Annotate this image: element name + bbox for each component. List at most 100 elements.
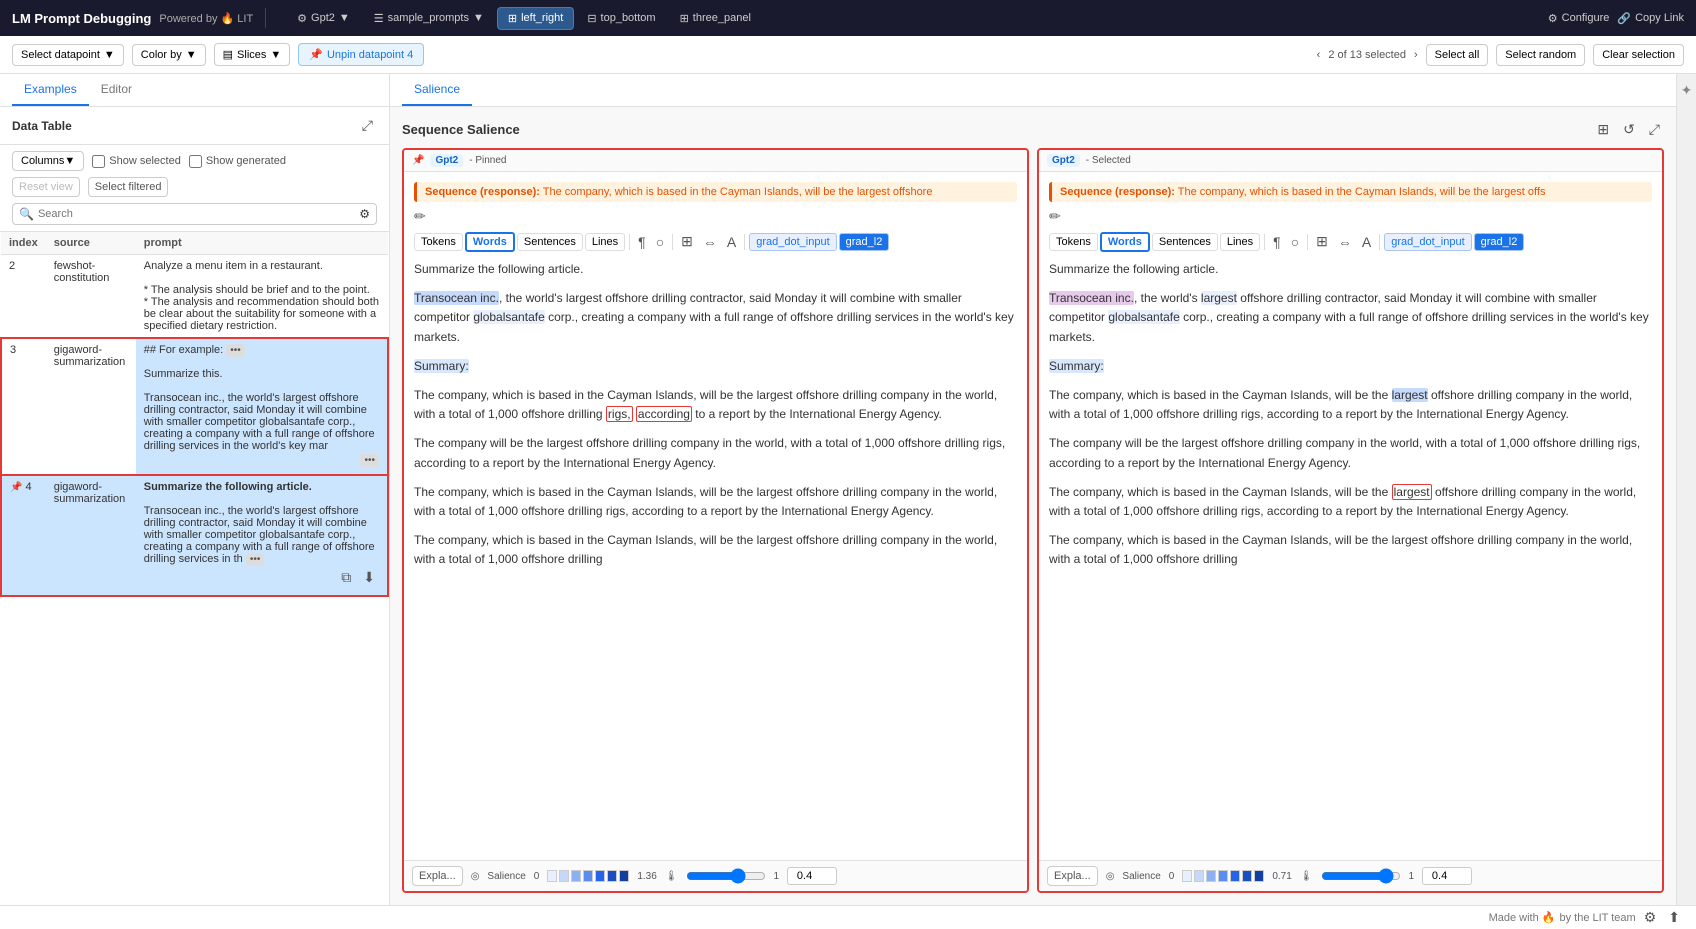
grad-dot-input-right[interactable]: grad_dot_input — [1384, 233, 1471, 251]
ellipsis-button[interactable]: ••• — [226, 344, 245, 357]
sequence-response-label: Sequence (response): — [425, 186, 540, 198]
footer-settings-icon[interactable]: ⚙ — [1640, 907, 1661, 928]
temp-input-left[interactable] — [787, 867, 837, 885]
para2-right: The company, which is based in the Cayma… — [1049, 386, 1652, 424]
temp-input-right[interactable] — [1422, 867, 1472, 885]
grid-icon-right[interactable]: ⊞ — [1312, 231, 1332, 252]
salience-area: Sequence Salience ⊞ ↺ ⤢ 📌 Gpt2 - Pinned — [390, 107, 1676, 905]
num-icon-left[interactable]: ¶ — [634, 232, 650, 252]
layout-top-bottom-tab[interactable]: ⊟top_bottom — [576, 7, 666, 30]
sep1 — [629, 234, 630, 250]
salience-val-right: 0 — [1169, 871, 1175, 882]
salience-bottom-left: Expla... ◎ Salience 0 — [404, 860, 1027, 891]
search-input[interactable] — [38, 208, 355, 220]
grad-l2-right[interactable]: grad_l2 — [1474, 233, 1525, 251]
salience-text-right: Summarize the following article. Transoc… — [1049, 260, 1652, 569]
largest-box-r: largest — [1392, 484, 1432, 500]
model-tab-gpt2[interactable]: ⚙Gpt2▼ — [286, 7, 361, 30]
ellipsis-button[interactable]: ••• — [246, 553, 265, 566]
words-btn-left[interactable]: Words — [465, 232, 515, 252]
select-datapoint-button[interactable]: Select datapoint▼ — [12, 44, 124, 66]
tab-editor[interactable]: Editor — [89, 74, 144, 106]
text-icon-left[interactable]: A — [723, 232, 740, 252]
sentences-btn-left[interactable]: Sentences — [517, 233, 583, 251]
sentences-btn-right[interactable]: Sentences — [1152, 233, 1218, 251]
reset-view-button[interactable]: Reset view — [12, 177, 80, 197]
tokens-btn-right[interactable]: Tokens — [1049, 233, 1098, 251]
settings-icon[interactable]: ⚙ — [359, 207, 370, 221]
col-header-index: index — [1, 232, 46, 255]
fullscreen-button[interactable]: ⤢ — [1645, 119, 1664, 140]
side-gutter: ✦ — [1676, 74, 1696, 905]
clear-selection-button[interactable]: Clear selection — [1593, 44, 1684, 66]
layout-left-right-tab[interactable]: ⊞left_right — [497, 7, 574, 30]
download-row-button[interactable]: ⬇ — [359, 567, 379, 588]
grad-dot-input-left[interactable]: grad_dot_input — [749, 233, 836, 251]
show-selected-checkbox[interactable] — [92, 155, 105, 168]
copy-link-button[interactable]: 🔗Copy Link — [1617, 12, 1684, 25]
table-row[interactable]: 2 fewshot-constitution Analyze a menu it… — [1, 255, 388, 339]
num-icon-right[interactable]: ¶ — [1269, 232, 1285, 252]
columns-button[interactable]: Columns▼ — [12, 151, 84, 171]
salience-slider-left[interactable] — [686, 868, 766, 884]
circle-icon-right[interactable]: ○ — [1287, 232, 1303, 252]
words-btn-right[interactable]: Words — [1100, 232, 1150, 252]
sep2r — [1307, 234, 1308, 250]
circle-icon-left[interactable]: ○ — [652, 232, 668, 252]
explain-button-left[interactable]: Expla... — [412, 866, 463, 886]
grid-view-button[interactable]: ⊞ — [1593, 119, 1613, 140]
left-panel: Examples Editor Data Table ⤢ Columns▼ Sh… — [0, 74, 390, 905]
show-generated-checkbox[interactable] — [189, 155, 202, 168]
model-tabs: ⚙Gpt2▼ ☰sample_prompts▼ ⊞left_right ⊟top… — [286, 7, 762, 30]
layout-three-panel-tab[interactable]: ⊞three_panel — [669, 7, 762, 30]
lines-btn-right[interactable]: Lines — [1220, 233, 1260, 251]
row-actions: ⧉ ⬇ — [144, 565, 379, 590]
summary-label-right: Summary: — [1049, 357, 1652, 376]
controls-row-2: Reset view Select filtered — [12, 177, 377, 197]
grad-l2-left[interactable]: grad_l2 — [839, 233, 890, 251]
select-all-button[interactable]: Select all — [1426, 44, 1489, 66]
highlighted-transocean: Transocean inc. — [414, 291, 499, 305]
tokens-btn-left[interactable]: Tokens — [414, 233, 463, 251]
sep3r — [1379, 234, 1380, 250]
grid-icon-left[interactable]: ⊞ — [677, 231, 697, 252]
row-index: 2 — [1, 255, 46, 339]
footer-github-icon[interactable]: ⬆ — [1664, 907, 1684, 928]
text-icon-right[interactable]: A — [1358, 232, 1375, 252]
sparkle-icon[interactable]: ✦ — [1681, 82, 1693, 99]
tab-examples[interactable]: Examples — [12, 74, 89, 106]
explain-button-right[interactable]: Expla... — [1047, 866, 1098, 886]
dataset-tab[interactable]: ☰sample_prompts▼ — [363, 7, 495, 30]
slices-button[interactable]: ▤Slices▼ — [214, 43, 291, 66]
sequence-text-right: The company, which is based in the Cayma… — [1178, 186, 1546, 198]
lines-btn-left[interactable]: Lines — [585, 233, 625, 251]
salience-panel-header-left: 📌 Gpt2 - Pinned — [404, 150, 1027, 172]
refresh-button[interactable]: ↺ — [1619, 119, 1639, 140]
row-more-button[interactable]: ••• — [360, 454, 379, 467]
edit-icon-right[interactable]: ✏ — [1049, 208, 1061, 225]
search-row: 🔍 ⚙ — [12, 203, 377, 225]
salience-slider-right[interactable] — [1321, 868, 1401, 884]
salience-bottom-right: Expla... ◎ Salience 0 — [1039, 860, 1662, 891]
equal-icon-right[interactable]: ⇔ — [1334, 232, 1356, 252]
select-random-button[interactable]: Select random — [1496, 44, 1585, 66]
salience-panel-header-right: Gpt2 - Selected — [1039, 150, 1662, 172]
data-table-title: Data Table — [12, 119, 72, 133]
para2-left: The company, which is based in the Cayma… — [414, 386, 1017, 424]
unpin-datapoint-button[interactable]: 📌Unpin datapoint 4 — [298, 43, 424, 66]
select-filtered-button[interactable]: Select filtered — [88, 177, 169, 197]
table-row[interactable]: 3 gigaword-summarization ## For example:… — [1, 338, 388, 475]
pin-badge-icon: 📌 — [412, 155, 424, 166]
equal-icon-left[interactable]: ⇔ — [699, 232, 721, 252]
para4-right: The company, which is based in the Cayma… — [1049, 483, 1652, 521]
edit-icon-left[interactable]: ✏ — [414, 208, 426, 225]
right-panel-tabs: Salience — [390, 74, 1676, 107]
salience-text-left: Summarize the following article. Transoc… — [414, 260, 1017, 569]
expand-icon[interactable]: ⤢ — [358, 115, 377, 136]
configure-button[interactable]: ⚙Configure — [1548, 12, 1610, 25]
copy-row-button[interactable]: ⧉ — [337, 567, 355, 588]
search-icon: 🔍 — [19, 207, 34, 221]
table-row[interactable]: 📌 4 gigaword-summarization Summarize the… — [1, 475, 388, 596]
tab-salience[interactable]: Salience — [402, 74, 472, 106]
color-by-button[interactable]: Color by▼ — [132, 44, 206, 66]
